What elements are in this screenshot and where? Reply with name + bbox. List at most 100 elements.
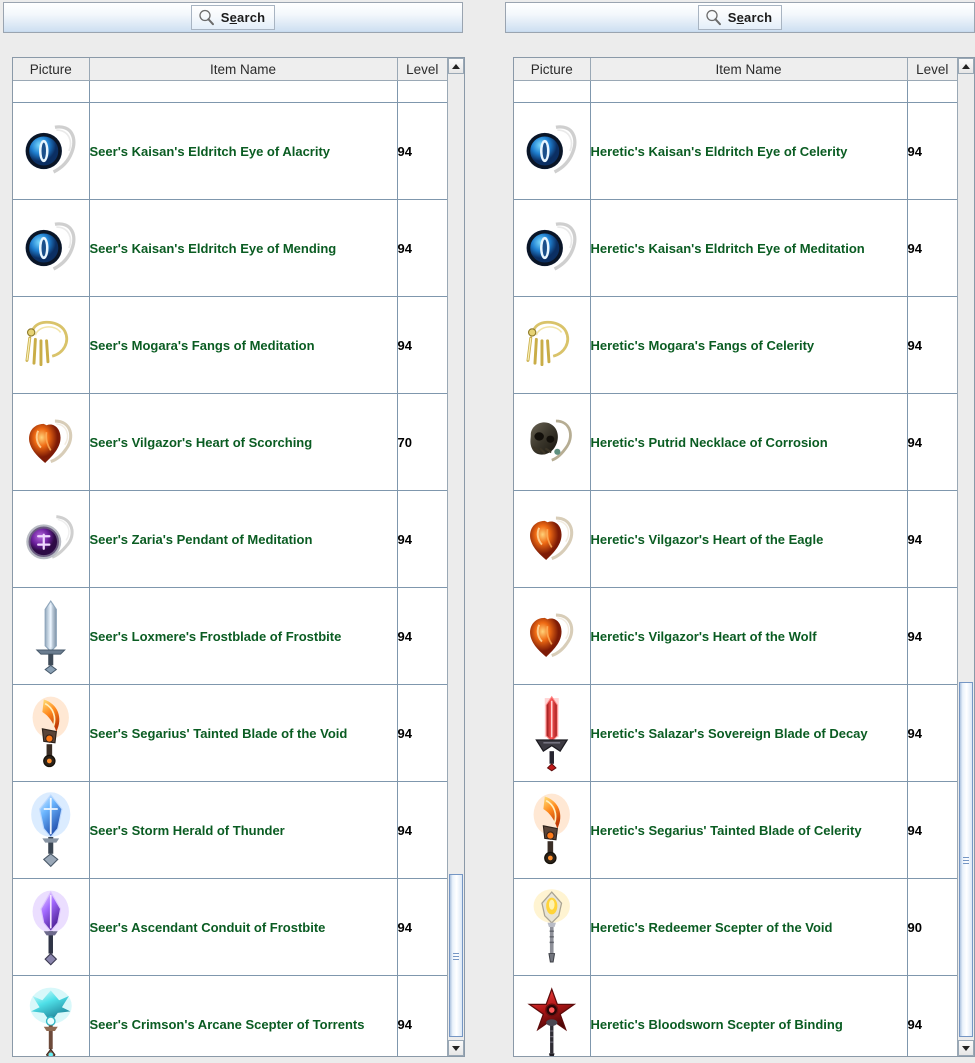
table-row[interactable]: Heretic's Vilgazor's Heart of the Wolf 94	[514, 587, 957, 685]
cell-picture	[514, 490, 591, 588]
table-row[interactable]: Heretic's Putrid Necklace of Corrosion 94	[514, 393, 957, 491]
table-row[interactable]: Seer's Kaisan's Eldritch Eye of Alacrity…	[13, 102, 447, 200]
table-row[interactable]: Heretic's Kaisan's Eldritch Eye of Celer…	[514, 102, 957, 200]
blood-star-scepter-icon	[514, 976, 590, 1056]
cell-item-name[interactable]: Heretic's Redeemer Scepter of the Void	[590, 878, 908, 976]
table-row[interactable]: Heretic's Mogara's Fangs of Celerity 94	[514, 296, 957, 394]
column-header-picture[interactable]: Picture	[514, 58, 591, 81]
cell-item-name[interactable]: Seer's Vilgazor's Heart of Scorching	[89, 393, 398, 491]
table-row[interactable]: Heretic's Redeemer Scepter of the Void 90	[514, 878, 957, 976]
column-header-item-name[interactable]: Item Name	[590, 58, 908, 81]
table-spacer-row	[514, 80, 957, 103]
cell-item-name[interactable]: Heretic's Bloodsworn Scepter of Binding	[590, 975, 908, 1056]
left-item-table: Picture Item Name Level Seer's Kaisan's …	[13, 58, 447, 1056]
cell-level: 94	[397, 296, 447, 394]
cell-level: 94	[907, 684, 957, 782]
column-header-level[interactable]: Level	[397, 58, 447, 81]
cell-level: 94	[907, 393, 957, 491]
right-item-grid: Picture Item Name Level Heretic's Kaisan…	[514, 58, 957, 1056]
cell-item-name[interactable]: Heretic's Salazar's Sovereign Blade of D…	[590, 684, 908, 782]
column-header-level[interactable]: Level	[907, 58, 957, 81]
frost-sword-icon	[13, 588, 89, 684]
scroll-grip-icon	[963, 856, 969, 864]
cell-picture	[13, 587, 90, 685]
scroll-up-button[interactable]	[958, 58, 974, 74]
cell-item-name[interactable]: Seer's Kaisan's Eldritch Eye of Mending	[89, 199, 398, 297]
column-header-item-name[interactable]: Item Name	[89, 58, 398, 81]
cell-item-name[interactable]: Seer's Zaria's Pendant of Meditation	[89, 490, 398, 588]
table-row[interactable]: Seer's Kaisan's Eldritch Eye of Mending 9…	[13, 199, 447, 297]
table-row[interactable]: Seer's Ascendant Conduit of Frostbite 94	[13, 878, 447, 976]
cell-picture	[13, 975, 90, 1056]
right-scrollbar[interactable]	[957, 58, 974, 1056]
table-row[interactable]: Heretic's Segarius' Tainted Blade of Cel…	[514, 781, 957, 879]
gold-fangs-necklace-icon	[514, 297, 590, 393]
table-row[interactable]: Seer's Loxmere's Frostblade of Frostbite…	[13, 587, 447, 685]
cell-picture	[514, 975, 591, 1056]
cell-item-name[interactable]: Seer's Mogara's Fangs of Meditation	[89, 296, 398, 394]
cell-level: 94	[397, 878, 447, 976]
scroll-thumb[interactable]	[959, 682, 973, 1037]
column-header-picture[interactable]: Picture	[13, 58, 90, 81]
search-button[interactable]: Search	[190, 5, 276, 30]
blue-storm-scepter-icon	[13, 782, 89, 878]
left-item-grid: Picture Item Name Level Seer's Kaisan's …	[13, 58, 447, 1056]
cell-picture	[13, 199, 90, 297]
search-button-label: Search	[220, 9, 266, 25]
cell-item-name[interactable]: Seer's Loxmere's Frostblade of Frostbite	[89, 587, 398, 685]
right-table-body: Heretic's Kaisan's Eldritch Eye of Celer…	[514, 80, 957, 1056]
cell-picture	[514, 102, 591, 200]
left-table-body: Seer's Kaisan's Eldritch Eye of Alacrity…	[13, 80, 447, 1056]
table-row[interactable]: Seer's Storm Herald of Thunder 94	[13, 781, 447, 879]
table-row[interactable]: Heretic's Bloodsworn Scepter of Binding 9…	[514, 975, 957, 1056]
cell-picture	[13, 781, 90, 879]
search-button-right[interactable]: Search	[697, 5, 783, 30]
table-row[interactable]: Heretic's Vilgazor's Heart of the Eagle 9…	[514, 490, 957, 588]
cell-picture	[514, 781, 591, 879]
flame-scimitar-icon	[13, 685, 89, 781]
table-row[interactable]: Seer's Mogara's Fangs of Meditation 94	[13, 296, 447, 394]
purple-conduit-icon	[13, 879, 89, 975]
cell-item-name[interactable]: Heretic's Putrid Necklace of Corrosion	[590, 393, 908, 491]
left-table-container: Picture Item Name Level Seer's Kaisan's …	[12, 57, 465, 1057]
table-row[interactable]: Seer's Segarius' Tainted Blade of the Vo…	[13, 684, 447, 782]
cell-item-name[interactable]: Heretic's Vilgazor's Heart of the Eagle	[590, 490, 908, 588]
cell-item-name[interactable]: Seer's Storm Herald of Thunder	[89, 781, 398, 879]
cell-item-name[interactable]: Heretic's Segarius' Tainted Blade of Cel…	[590, 781, 908, 879]
flame-scimitar-icon	[514, 782, 590, 878]
cell-picture	[514, 684, 591, 782]
scroll-down-button[interactable]	[448, 1040, 464, 1056]
blue-eye-amulet-icon	[514, 103, 590, 199]
cell-item-name[interactable]: Heretic's Kaisan's Eldritch Eye of Medit…	[590, 199, 908, 297]
cell-item-name[interactable]: Heretic's Mogara's Fangs of Celerity	[590, 296, 908, 394]
left-search-toolbar: Search	[3, 2, 463, 33]
cell-picture	[13, 102, 90, 200]
left-panel: Search Picture Item Name Level Seer's Ka…	[0, 0, 466, 1063]
cell-picture	[13, 684, 90, 782]
search-button-label: Search	[727, 9, 773, 25]
scroll-up-button[interactable]	[448, 58, 464, 74]
cell-level: 94	[907, 975, 957, 1056]
table-spacer-row	[13, 80, 447, 103]
cyan-arcane-scepter-icon	[13, 976, 89, 1056]
table-header-row: Picture Item Name Level	[514, 58, 957, 81]
cell-item-name[interactable]: Seer's Crimson's Arcane Scepter of Torre…	[89, 975, 398, 1056]
table-row[interactable]: Seer's Zaria's Pendant of Meditation 94	[13, 490, 447, 588]
table-row[interactable]: Seer's Vilgazor's Heart of Scorching 70	[13, 393, 447, 491]
left-scrollbar[interactable]	[447, 58, 464, 1056]
gold-redeemer-scepter-icon	[514, 879, 590, 975]
table-row[interactable]: Seer's Crimson's Arcane Scepter of Torre…	[13, 975, 447, 1056]
cell-item-name[interactable]: Seer's Segarius' Tainted Blade of the Vo…	[89, 684, 398, 782]
scroll-thumb[interactable]	[449, 874, 463, 1037]
table-row[interactable]: Heretic's Kaisan's Eldritch Eye of Medit…	[514, 199, 957, 297]
cell-item-name[interactable]: Heretic's Vilgazor's Heart of the Wolf	[590, 587, 908, 685]
cell-item-name[interactable]: Seer's Kaisan's Eldritch Eye of Alacrity	[89, 102, 398, 200]
cell-level: 94	[397, 490, 447, 588]
cell-item-name[interactable]: Heretic's Kaisan's Eldritch Eye of Celer…	[590, 102, 908, 200]
table-row[interactable]: Heretic's Salazar's Sovereign Blade of D…	[514, 684, 957, 782]
orange-heart-pendant-icon	[514, 588, 590, 684]
cell-level: 94	[397, 199, 447, 297]
cell-level: 94	[397, 781, 447, 879]
scroll-down-button[interactable]	[958, 1040, 974, 1056]
cell-item-name[interactable]: Seer's Ascendant Conduit of Frostbite	[89, 878, 398, 976]
